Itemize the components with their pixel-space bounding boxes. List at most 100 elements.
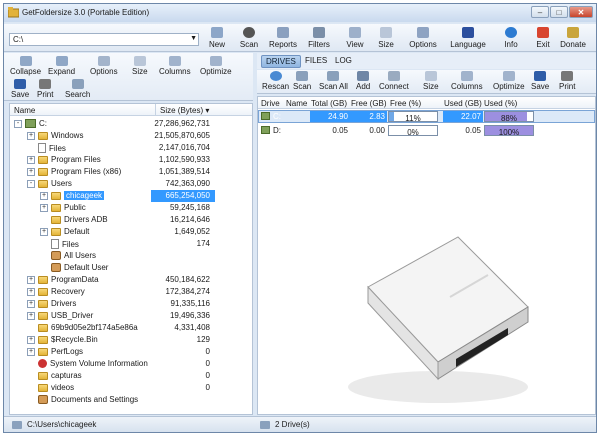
column-used-header[interactable]: Used (GB) [444, 99, 482, 108]
view-tabs: DRIVES FILES LOG [257, 53, 596, 69]
tree-row[interactable]: + Recovery 172,384,274 [10, 286, 252, 298]
drive-icon [261, 126, 270, 134]
tree-row[interactable]: videos 0 [10, 382, 252, 394]
tree-row[interactable]: + chicageek 665,254,050 [10, 190, 252, 202]
tab-drives[interactable]: DRIVES [261, 55, 301, 68]
column-size-header[interactable]: Size (Bytes) ▾ [155, 104, 253, 116]
exit-button[interactable]: Exit [527, 27, 559, 49]
reports-button[interactable]: Reports [267, 27, 299, 49]
tree-item-label: Recovery [51, 287, 85, 296]
system-folder-icon [38, 359, 47, 368]
tree-row[interactable]: Files 174 [10, 238, 252, 250]
tree-item-size: 174 [196, 239, 210, 248]
tree-item-label: Program Files (x86) [51, 167, 122, 176]
add-icon [357, 71, 370, 81]
new-button[interactable]: New [201, 27, 233, 49]
column-used-pct-header[interactable]: Used (%) [484, 99, 517, 108]
filters-button[interactable]: Filters [303, 27, 335, 49]
tree-row[interactable]: capturas 0 [10, 370, 252, 382]
tab-files[interactable]: FILES [301, 55, 331, 68]
expand-toggle-icon[interactable]: + [27, 275, 35, 284]
drive-columns-button[interactable]: Columns [451, 71, 483, 91]
add-button[interactable]: Add [356, 71, 370, 91]
expand-toggle-icon[interactable]: + [40, 203, 48, 212]
maximize-button[interactable]: □ [550, 6, 568, 18]
expand-button[interactable]: Expand [48, 56, 75, 76]
tab-log[interactable]: LOG [331, 55, 356, 68]
options-button[interactable]: Options [407, 27, 439, 49]
drive-size-button[interactable]: Size [423, 71, 439, 91]
size-button[interactable]: Size [370, 27, 402, 49]
expand-toggle-icon[interactable]: + [40, 227, 48, 236]
tree-size-button[interactable]: Size [132, 56, 148, 76]
expand-toggle-icon[interactable]: + [27, 347, 35, 356]
close-button[interactable]: ✕ [569, 6, 593, 18]
search-button[interactable]: Search [65, 79, 90, 99]
used-percent-bar: 100% [484, 125, 534, 137]
info-button[interactable]: Info [495, 27, 527, 49]
tree-row[interactable]: System Volume Information 0 [10, 358, 252, 370]
tree-row[interactable]: + Program Files 1,102,590,933 [10, 154, 252, 166]
expand-toggle-icon[interactable]: + [27, 311, 35, 320]
tree-row[interactable]: + Public 59,245,168 [10, 202, 252, 214]
tree-row[interactable]: + Program Files (x86) 1,051,389,514 [10, 166, 252, 178]
drive-print-button[interactable]: Print [559, 71, 575, 91]
tree-row[interactable]: Drivers ADB 16,214,646 [10, 214, 252, 226]
scan-button[interactable]: Scan [233, 27, 265, 49]
rescan-button[interactable]: Rescan [262, 71, 289, 91]
scan-all-button[interactable]: Scan All [319, 71, 348, 91]
tree-row[interactable]: + Default 1,649,052 [10, 226, 252, 238]
tree-row[interactable]: + Drivers 91,335,116 [10, 298, 252, 310]
tree-row[interactable]: Files 2,147,016,704 [10, 142, 252, 154]
minimize-button[interactable]: – [531, 6, 549, 18]
expand-toggle-icon[interactable]: + [27, 131, 35, 140]
tree-row[interactable]: 69b9d05e2bf174a5e86a 4,331,408 [10, 322, 252, 334]
tree-item-size: 172,384,274 [165, 287, 211, 296]
expand-toggle-icon[interactable]: + [27, 287, 35, 296]
collapse-toggle-icon[interactable]: - [27, 179, 35, 188]
tree-row[interactable]: + PerfLogs 0 [10, 346, 252, 358]
tree-print-button[interactable]: Print [37, 79, 53, 99]
path-combobox[interactable]: C:\ ▼ [9, 33, 199, 46]
expand-toggle-icon[interactable]: + [27, 335, 35, 344]
tree-item-size: 450,184,622 [165, 275, 211, 284]
drive-save-button[interactable]: Save [531, 71, 549, 91]
language-button[interactable]: Language [450, 27, 486, 49]
chevron-down-icon[interactable]: ▼ [190, 35, 197, 42]
drive-scan-button[interactable]: Scan [293, 71, 311, 91]
drive-row[interactable]: C: 24.90 2.83 22.07 11% 88% [258, 110, 595, 123]
column-name-header[interactable]: Name [286, 99, 307, 108]
column-drive-header[interactable]: Drive [261, 99, 280, 108]
tree-row[interactable]: All Users [10, 250, 252, 262]
expand-toggle-icon[interactable]: + [27, 167, 35, 176]
expand-toggle-icon[interactable]: + [27, 299, 35, 308]
tree-row[interactable]: - C: 27,286,962,731 [10, 118, 252, 130]
tree-item-size: 0 [205, 359, 210, 368]
tree-save-button[interactable]: Save [11, 79, 29, 99]
connect-button[interactable]: Connect [379, 71, 409, 91]
tree-optimize-button[interactable]: Optimize [200, 56, 232, 76]
column-name-header[interactable]: Name [14, 106, 35, 115]
hard-drive-illustration [348, 236, 529, 403]
expand-toggle-icon[interactable]: + [27, 155, 35, 164]
column-free-header[interactable]: Free (GB) [351, 99, 387, 108]
collapse-toggle-icon[interactable]: - [14, 119, 22, 128]
view-button[interactable]: View [339, 27, 371, 49]
column-total-header[interactable]: Total (GB) [311, 99, 347, 108]
drive-row[interactable]: D: 0.05 0.00 0.05 0% 100% [258, 124, 595, 137]
tree-columns-button[interactable]: Columns [159, 56, 191, 76]
donate-button[interactable]: Donate [557, 27, 589, 49]
tree-row[interactable]: + Windows 21,505,870,605 [10, 130, 252, 142]
tree-options-button[interactable]: Options [90, 56, 118, 76]
expand-toggle-icon[interactable]: + [40, 191, 48, 200]
collapse-button[interactable]: Collapse [10, 56, 41, 76]
tree-row[interactable]: - Users 742,363,090 [10, 178, 252, 190]
tree-row[interactable]: + $Recycle.Bin 129 [10, 334, 252, 346]
tree-row[interactable]: + USB_Driver 19,496,336 [10, 310, 252, 322]
tree-row[interactable]: Documents and Settings [10, 394, 252, 406]
tree-row[interactable]: Default User [10, 262, 252, 274]
search-icon [71, 79, 84, 89]
column-free-pct-header[interactable]: Free (%) [390, 99, 421, 108]
drive-optimize-button[interactable]: Optimize [493, 71, 525, 91]
tree-row[interactable]: + ProgramData 450,184,622 [10, 274, 252, 286]
